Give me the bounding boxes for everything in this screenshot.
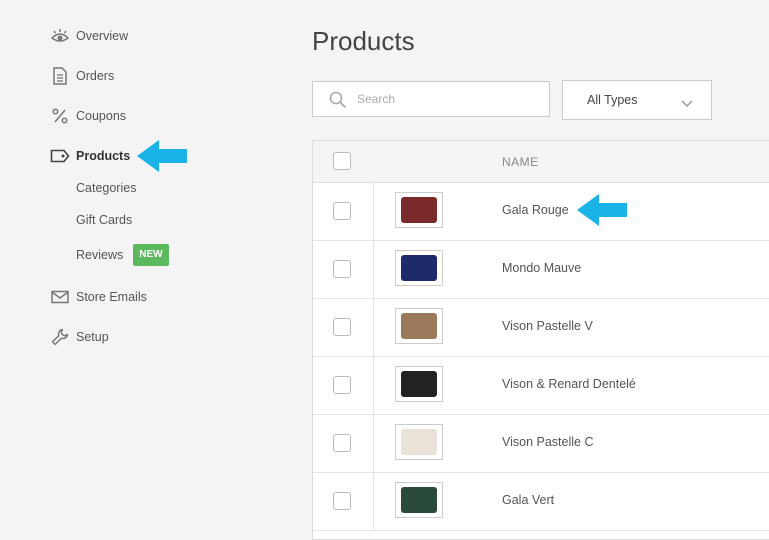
sidebar-subitem-categories[interactable]: Categories xyxy=(76,178,136,198)
product-thumbnail[interactable] xyxy=(395,192,443,228)
sidebar-item-label: Products xyxy=(76,149,131,163)
envelope-icon xyxy=(50,287,70,307)
tag-icon xyxy=(50,146,70,166)
product-thumbnail[interactable] xyxy=(395,250,443,286)
type-filter-value: All Types xyxy=(587,93,638,107)
column-divider xyxy=(373,298,374,356)
sidebar-subitem-gift-cards[interactable]: Gift Cards xyxy=(76,210,132,230)
product-name[interactable]: Mondo Mauve xyxy=(502,261,581,275)
column-divider xyxy=(373,356,374,414)
column-divider xyxy=(373,414,374,472)
column-header-name: NAME xyxy=(502,155,539,169)
sidebar-item-store-emails[interactable]: Store Emails xyxy=(50,285,147,309)
eye-icon xyxy=(50,26,70,46)
product-name[interactable]: Gala Vert xyxy=(502,493,554,507)
sidebar-item-setup[interactable]: Setup xyxy=(50,325,109,349)
table-row[interactable]: Vison & Renard Dentelé xyxy=(313,356,769,415)
column-divider xyxy=(373,240,374,298)
percent-icon xyxy=(50,106,70,126)
new-badge: NEW xyxy=(133,244,169,266)
row-checkbox[interactable] xyxy=(333,260,351,278)
sidebar-item-label: Overview xyxy=(76,29,129,43)
product-name[interactable]: Vison Pastelle C xyxy=(502,435,594,449)
chevron-down-icon xyxy=(681,95,693,113)
wrench-icon xyxy=(50,327,70,347)
table-row[interactable]: Gala Rouge xyxy=(313,182,769,241)
column-divider xyxy=(373,472,374,530)
products-table: NAME Gala Rouge Mondo Mauve Vison Pastelle… xyxy=(312,140,769,540)
row-checkbox[interactable] xyxy=(333,434,351,452)
product-image xyxy=(401,197,437,223)
product-image xyxy=(401,487,437,513)
search-box[interactable] xyxy=(312,81,550,117)
table-row[interactable]: Mondo Mauve xyxy=(313,240,769,299)
product-image xyxy=(401,255,437,281)
sidebar-item-overview[interactable]: Overview xyxy=(50,24,128,48)
table-row[interactable]: Gala Vert xyxy=(313,472,769,531)
product-thumbnail[interactable] xyxy=(395,366,443,402)
sidebar-item-label: Store Emails xyxy=(76,290,147,304)
search-icon xyxy=(329,91,347,114)
product-name[interactable]: Vison & Renard Dentelé xyxy=(502,377,636,391)
product-image xyxy=(401,313,437,339)
sidebar-item-label: Orders xyxy=(76,69,115,83)
sidebar: Overview Orders Coupons Products Categor… xyxy=(0,0,290,527)
pointer-arrow-icon xyxy=(137,140,187,172)
product-image xyxy=(401,429,437,455)
product-thumbnail[interactable] xyxy=(395,424,443,460)
row-checkbox[interactable] xyxy=(333,376,351,394)
select-all-checkbox[interactable] xyxy=(333,152,351,170)
table-row[interactable]: Vison Pastelle V xyxy=(313,298,769,357)
pointer-arrow-icon xyxy=(577,194,627,226)
product-name[interactable]: Vison Pastelle V xyxy=(502,319,593,333)
row-checkbox[interactable] xyxy=(333,318,351,336)
row-checkbox[interactable] xyxy=(333,492,351,510)
sidebar-subitem-reviews[interactable]: Reviews NEW xyxy=(76,243,169,267)
sidebar-item-label: Setup xyxy=(76,330,109,344)
sidebar-item-label: Coupons xyxy=(76,109,127,123)
type-filter-select[interactable]: All Types xyxy=(562,80,712,120)
product-thumbnail[interactable] xyxy=(395,482,443,518)
column-divider xyxy=(373,182,374,240)
table-row[interactable]: Vison Pastelle C xyxy=(313,414,769,473)
table-header: NAME xyxy=(313,141,769,183)
search-input[interactable] xyxy=(357,82,537,116)
row-checkbox[interactable] xyxy=(333,202,351,220)
product-thumbnail[interactable] xyxy=(395,308,443,344)
page-title: Products xyxy=(312,26,415,56)
product-image xyxy=(401,371,437,397)
sidebar-item-products[interactable]: Products xyxy=(50,144,130,168)
product-name[interactable]: Gala Rouge xyxy=(502,203,569,217)
sidebar-item-coupons[interactable]: Coupons xyxy=(50,104,126,128)
document-icon xyxy=(50,66,70,86)
sidebar-item-orders[interactable]: Orders xyxy=(50,64,114,88)
